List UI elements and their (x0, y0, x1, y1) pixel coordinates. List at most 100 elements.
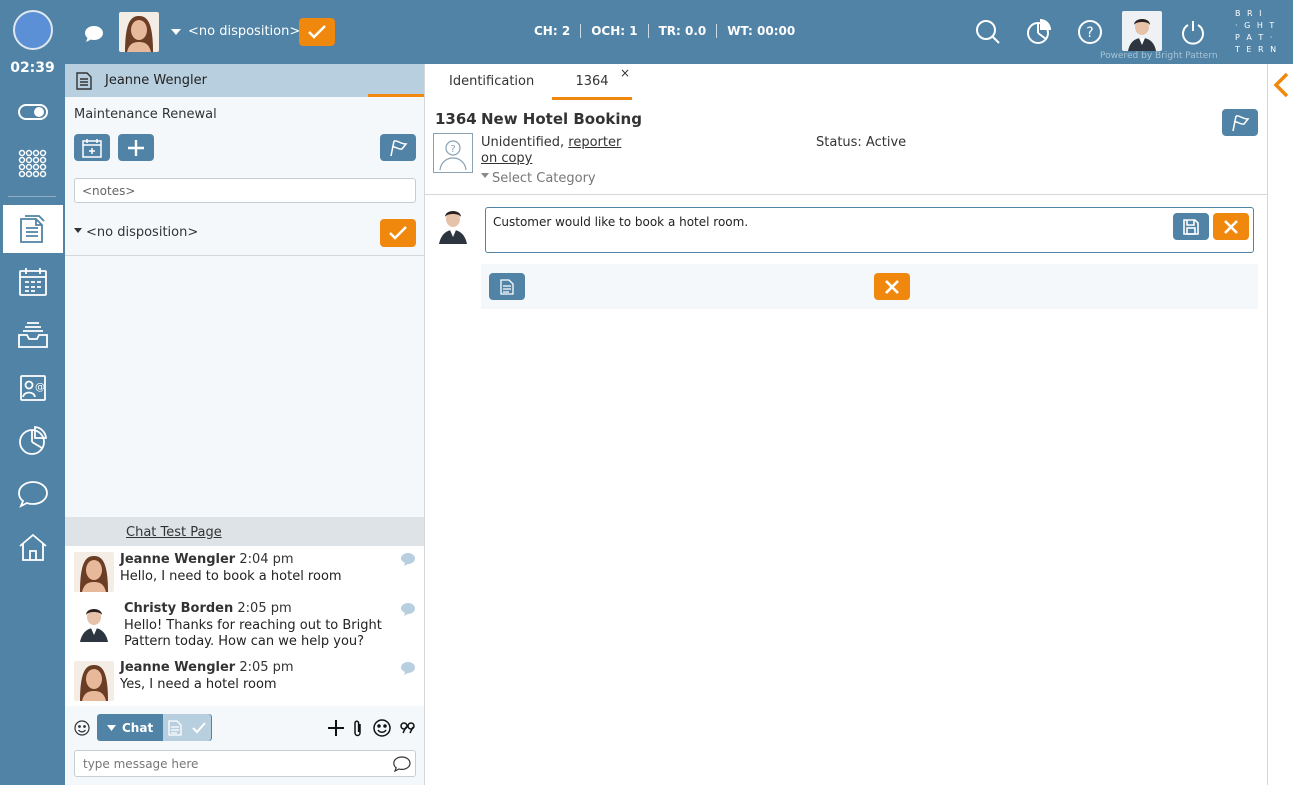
chat-header: Chat Test Page (65, 517, 424, 546)
logout-icon[interactable] (1180, 19, 1206, 45)
chat-nav-icon[interactable] (0, 470, 65, 518)
message-time: 2:05 pm (239, 660, 294, 675)
dialpad-icon[interactable] (0, 140, 65, 188)
activity-icon[interactable] (3, 205, 63, 253)
flag-button[interactable] (380, 134, 416, 161)
disposition-dropdown-arrow-icon[interactable] (171, 29, 181, 35)
metric-tr: TR: 0.0 (658, 24, 707, 38)
stats-icon[interactable] (1026, 19, 1052, 45)
select-category[interactable]: Select Category (492, 171, 596, 186)
case-title: New Hotel Booking (481, 110, 642, 128)
message-text: Yes, I need a hotel room (120, 677, 277, 692)
template-button[interactable] (163, 714, 188, 741)
message-input-placeholder: type message here (83, 757, 199, 771)
checkmark-icon (389, 226, 407, 240)
case-panel: Identification 1364 × 1364 New Hotel Boo… (425, 64, 1267, 785)
svg-text:@: @ (35, 382, 45, 393)
metric-separator (647, 24, 649, 38)
reports-icon[interactable] (0, 417, 65, 465)
nav-divider (8, 196, 56, 197)
session-timer: 02:39 (10, 60, 55, 76)
note-editor[interactable]: Customer would like to book a hotel room… (485, 207, 1254, 253)
save-icon (1183, 218, 1199, 235)
message-text: Hello! Thanks for reaching out to Bright… (124, 618, 382, 649)
calendar-add-icon (82, 138, 102, 158)
help-icon[interactable]: ? (1077, 19, 1103, 45)
attachment-icon[interactable] (352, 720, 364, 738)
chat-mode-selector[interactable]: Chat (97, 714, 212, 741)
tab-identification[interactable]: Identification (449, 74, 534, 89)
close-icon (885, 279, 899, 294)
chevron-left-icon[interactable] (1273, 72, 1289, 98)
calendar-icon[interactable] (0, 258, 65, 306)
checkmark-icon (308, 25, 326, 39)
schedule-button[interactable] (74, 134, 110, 161)
emoji-icon[interactable] (373, 719, 391, 737)
message-time: 2:04 pm (239, 552, 294, 567)
inbox-icon[interactable] (0, 311, 65, 359)
unknown-contact-icon[interactable]: ? (433, 133, 473, 173)
add-button[interactable] (118, 134, 154, 161)
attach-document-button[interactable] (489, 273, 525, 300)
agent-status-indicator[interactable] (13, 10, 53, 50)
case-flag-button[interactable] (1222, 109, 1258, 136)
avatar (74, 661, 114, 701)
contact-info: Unidentified, reporter on copy (481, 135, 631, 167)
panel-tab-title: Jeanne Wengler (105, 73, 207, 88)
document-icon (500, 278, 514, 295)
send-bubble-icon[interactable] (393, 756, 411, 772)
note-text: Customer would like to book a hotel room… (493, 215, 749, 229)
chat-transcript: Jeanne Wengler 2:04 pm Hello, I need to … (65, 546, 424, 706)
interaction-panel: Jeanne Wengler Maintenance Renewal <note… (65, 64, 425, 785)
chat-message: Christy Borden 2:05 pm Hello! Thanks for… (124, 601, 394, 650)
chat-bubble-icon (400, 552, 416, 566)
chat-title[interactable]: Chat Test Page (126, 525, 222, 540)
avatar (74, 552, 114, 592)
chat-message: Jeanne Wengler 2:05 pm Yes, I need a hot… (120, 660, 390, 693)
customer-avatar (119, 12, 159, 52)
brand-line: · G H T (1235, 21, 1277, 30)
document-icon (76, 72, 92, 90)
top-complete-button[interactable] (299, 18, 335, 46)
panel-tab[interactable]: Jeanne Wengler (65, 64, 424, 97)
complete-button[interactable] (380, 219, 416, 247)
plus-icon (128, 139, 144, 156)
message-sender: Jeanne Wengler (120, 552, 236, 567)
left-nav: 02:39 @ (0, 0, 65, 785)
remove-attachment-button[interactable] (874, 273, 910, 300)
home-icon[interactable] (0, 523, 65, 571)
metric-separator (580, 24, 582, 38)
notes-input[interactable]: <notes> (74, 178, 416, 203)
top-disposition-label[interactable]: <no disposition> (188, 24, 300, 39)
disposition-dropdown-arrow-icon[interactable] (74, 228, 82, 233)
directory-icon[interactable]: @ (0, 364, 65, 412)
message-text: Hello, I need to book a hotel room (120, 569, 342, 584)
metric-ch: CH: 2 (534, 24, 571, 38)
metric-och: OCH: 1 (591, 24, 638, 38)
approve-button[interactable] (187, 714, 212, 741)
disposition-select[interactable]: <no disposition> (86, 225, 198, 240)
search-icon[interactable] (975, 19, 1001, 45)
quote-icon[interactable] (400, 722, 416, 734)
agent-avatar[interactable] (1122, 11, 1162, 51)
plus-icon[interactable] (327, 719, 345, 737)
brand-line: T E R N (1235, 45, 1279, 54)
message-input[interactable]: type message here (74, 750, 416, 777)
message-sender: Jeanne Wengler (120, 660, 236, 675)
flag-icon (1232, 114, 1250, 131)
checkmark-icon (192, 721, 206, 733)
tab-close-icon[interactable]: × (620, 66, 630, 80)
category-dropdown-arrow-icon[interactable] (481, 173, 489, 178)
svg-text:?: ? (450, 144, 455, 155)
avatar (74, 602, 114, 642)
toggle-icon[interactable] (0, 88, 65, 136)
close-icon (1224, 219, 1238, 234)
smiley-icon[interactable] (74, 720, 90, 736)
chat-status-icon[interactable] (84, 25, 104, 43)
save-note-button[interactable] (1173, 213, 1209, 240)
message-time: 2:05 pm (237, 601, 292, 616)
agent-avatar (433, 204, 473, 244)
cancel-note-button[interactable] (1213, 213, 1249, 240)
tab-active-indicator (368, 94, 424, 97)
metric-separator (716, 24, 718, 38)
